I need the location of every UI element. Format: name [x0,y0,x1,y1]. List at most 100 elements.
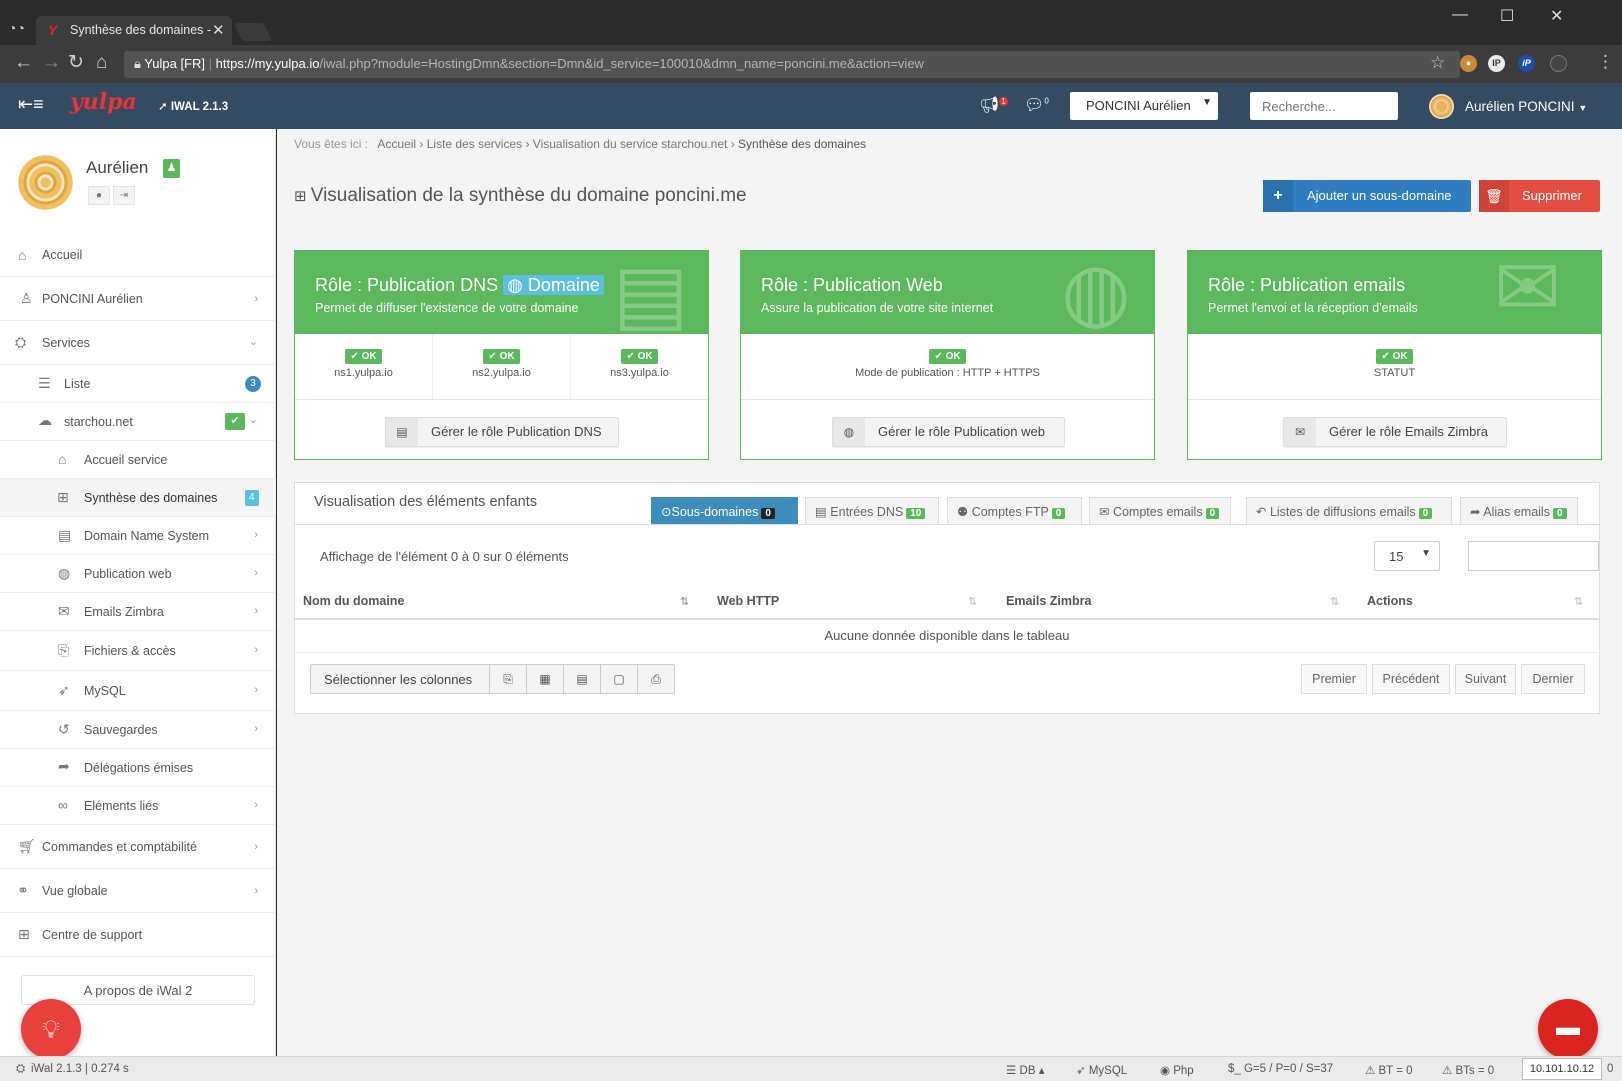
url-field[interactable]: 🔒︎ Yulpa [FR] | https://my.yulpa.io/iwal… [124,51,1460,78]
sidebar-item-elements-lies[interactable]: ∞ Eléments liés › [0,787,276,825]
breadcrumb-link[interactable]: Liste des services [427,137,522,151]
cookie-extension-icon[interactable]: ● [1460,55,1477,72]
sidebar-item-sauvegardes[interactable]: ↺ Sauvegardes › [0,711,276,749]
sidebar-item-services[interactable]: ⛭ Services ⌄ [0,321,276,365]
column-emails-zimbra[interactable]: Emails Zimbra [1006,594,1091,608]
tab-comptes-emails[interactable]: ✉ Comptes emails 0 [1089,497,1231,525]
forward-arrow-icon[interactable]: → [42,53,61,73]
role-title: Rôle : Publication DNS ◍ Domaine [315,275,604,296]
window-close-icon[interactable]: ✕ [1550,6,1563,26]
print-icon[interactable]: ⎙ [638,664,675,694]
pagination-previous[interactable]: Précédent [1372,664,1450,694]
pagination-next[interactable]: Suivant [1455,664,1516,694]
breadcrumb-link[interactable]: Visualisation du service starchou.net [533,137,728,151]
account-select[interactable]: PONCINI Aurélien ▼ [1070,92,1218,120]
chat-icon[interactable]: ▬ [1538,999,1598,1059]
sidebar-item-liste[interactable]: ☰ Liste 3 [0,365,276,403]
add-subdomain-button[interactable]: + Ajouter un sous-domaine [1263,180,1471,212]
sidebar-item-support[interactable]: ⊞ Centre de support [0,913,276,957]
bookmark-star-icon[interactable]: ☆ [1430,53,1445,73]
back-arrow-icon[interactable]: ← [14,53,33,73]
browser-tab[interactable]: Y Synthèse des domaines - ✕ [36,16,232,45]
sidebar-item-accueil-service[interactable]: ⌂ Accueil service [0,441,276,479]
reload-icon[interactable]: ↻ [68,53,84,73]
ip-extension-icon[interactable]: IP [1488,55,1505,72]
url-host: my.yulpa.io [254,56,320,71]
tab-alias-emails[interactable]: ➦ Alias emails 0 [1460,497,1578,525]
sidebar-item-delegations[interactable]: ➦ Délégations émises [0,749,276,787]
close-tab-icon[interactable]: ✕ [212,21,225,39]
minimize-icon[interactable]: — [1452,6,1468,24]
logout-button[interactable]: ⇥ [113,186,135,205]
column-web-http[interactable]: Web HTTP [717,594,779,608]
domain-tag: ◍ Domaine [503,275,604,295]
sidebar-item-account[interactable]: ♙ PONCINI Aurélien › [0,277,276,321]
sidebar-toggle-icon[interactable]: ⇤≡ [18,94,44,115]
footer-version: iWal 2.1.3 | 0.274 s [31,1063,129,1075]
copy-icon[interactable]: ⎘ [490,664,527,694]
delete-button[interactable]: 🗑︎ Supprimer [1479,180,1600,212]
footer-db[interactable]: ☰ DB ▴ [1006,1063,1044,1077]
column-nom-domaine[interactable]: Nom du domaine [303,594,404,608]
status-cell: ✔ OK STATUT [1373,349,1416,379]
browser-menu-icon[interactable]: ⋮ [1597,52,1614,72]
chat-bubbles-icon[interactable]: 💬︎0 [1024,95,1049,115]
share-icon: ➦ [58,758,70,774]
home-icon: ⌂ [58,451,67,467]
ip-lookup-extension-icon[interactable]: iP [1518,55,1535,72]
tab-comptes-ftp[interactable]: ⚉ Comptes FTP 0 [947,497,1082,525]
sort-icon[interactable]: ⇅ [968,595,977,608]
sort-asc-icon[interactable]: ⇅ [680,595,689,608]
csv-icon[interactable]: ▤ [564,664,601,694]
footer-mysql[interactable]: ➶ MySQL [1076,1063,1127,1077]
dolphin-icon: ➶ [1076,1065,1089,1077]
manage-dns-role-button[interactable]: ▤ Gérer le rôle Publication DNS [385,417,619,447]
sidebar-item-fichiers[interactable]: ⎘ Fichiers & accès › [0,631,276,671]
excel-icon[interactable]: ▦ [527,664,564,694]
footer-php[interactable]: ◉ Php [1160,1063,1194,1077]
sort-icon[interactable]: ⇅ [1330,595,1339,608]
pagination-last[interactable]: Dernier [1521,664,1585,694]
sidebar-item-commandes[interactable]: 🛒︎ Commandes et comptabilité › [0,825,276,869]
database-icon: ☰ [1006,1065,1020,1077]
manage-email-role-button[interactable]: ✉ Gérer le rôle Emails Zimbra [1283,417,1507,447]
pagination-first[interactable]: Premier [1301,664,1367,694]
search-input[interactable] [1250,92,1398,120]
server-ip: 10.101.10.12 [1522,1058,1602,1080]
sidebar-item-synthese[interactable]: ⊞ Synthèse des domaines 4 [0,479,276,517]
backup-icon: ↺ [58,721,70,737]
tab-sous-domaines[interactable]: ⊙Sous-domaines 0 [651,497,798,525]
maximize-icon[interactable]: ☐ [1500,6,1514,26]
megaphone-icon[interactable]: 📢︎ 1 [979,95,1008,115]
column-actions[interactable]: Actions [1367,594,1413,608]
sort-icon[interactable]: ⇅ [1574,595,1583,608]
tab-listes-diffusion[interactable]: ↶ Listes de diffusions emails 0 [1246,497,1452,525]
table-filter-input[interactable] [1468,541,1599,571]
pdf-icon[interactable]: ▢ [601,664,638,694]
users-icon: ⚉ [957,505,972,519]
footer-globals[interactable]: $_ G=5 / P=0 / S=37 [1228,1063,1333,1075]
globe-icon: ◍ [1061,251,1131,334]
profile-user-button[interactable]: ● [88,186,110,205]
footer-bts[interactable]: ⚠ BTs = 0 [1442,1063,1494,1077]
tab-entrees-dns[interactable]: ▤ Entrées DNS 10 [805,497,939,525]
sidebar-item-accueil[interactable]: ⌂ Accueil [0,233,276,277]
footer-trail: 0 [1607,1063,1614,1075]
breadcrumb-link[interactable]: Accueil [377,137,416,151]
sidebar-item-mysql[interactable]: ➶ MySQL › [0,671,276,711]
page-size-select[interactable]: 15 ▼ [1374,541,1440,571]
lightbulb-icon[interactable]: 💡︎ [21,999,81,1059]
user-avatar[interactable] [1429,94,1454,119]
extension-disabled-icon[interactable] [1550,55,1567,72]
manage-web-role-button[interactable]: ◍ Gérer le rôle Publication web [832,417,1065,447]
sidebar-item-vue-globale[interactable]: ⚭ Vue globale › [0,869,276,913]
select-columns-button[interactable]: Sélectionner les colonnes [310,664,490,694]
sidebar-item-dns[interactable]: ▤ Domain Name System › [0,517,276,555]
user-menu[interactable]: Aurélien PONCINI ▼ [1465,99,1587,114]
home-icon[interactable]: ⌂ [96,53,107,73]
footer-bt[interactable]: ⚠ BT = 0 [1365,1063,1413,1077]
sidebar-item-starchou[interactable]: ☁ starchou.net ✔ ⌄ [0,403,276,441]
yulpa-logo[interactable]: yulpa [70,89,137,115]
sidebar-item-emails[interactable]: ✉ Emails Zimbra › [0,593,276,631]
sidebar-item-web[interactable]: ◍ Publication web › [0,555,276,593]
